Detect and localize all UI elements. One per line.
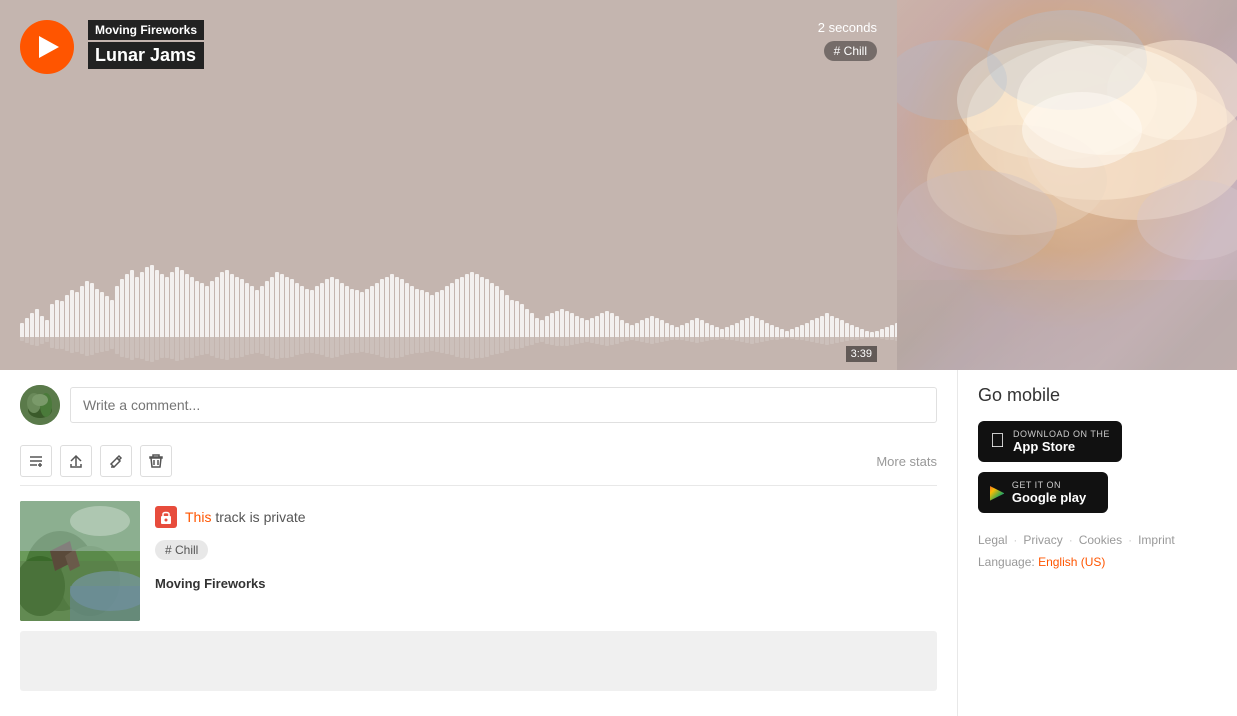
language-line: Language: English (US) (978, 555, 1217, 569)
artist-name-link[interactable]: Moving Fireworks (155, 576, 266, 591)
main-content: More stats (0, 370, 1237, 716)
comment-input[interactable] (70, 387, 937, 423)
edit-button[interactable] (100, 445, 132, 477)
footer-links: Legal · Privacy · Cookies · Imprint (978, 533, 1217, 547)
waveform[interactable] (20, 260, 877, 337)
cookies-link[interactable]: Cookies (1079, 533, 1122, 547)
action-bar: More stats (20, 437, 937, 486)
track-artist[interactable]: Moving Fireworks (88, 20, 204, 40)
sidebar: Go mobile  Download on the App Store ▶ … (957, 370, 1237, 716)
delete-button[interactable] (140, 445, 172, 477)
time-tag-area: 2 seconds # Chill (818, 20, 877, 61)
bottom-placeholder (20, 631, 937, 691)
private-text: This track is private (185, 509, 306, 525)
go-mobile-title: Go mobile (978, 385, 1217, 406)
add-to-playlist-button[interactable] (20, 445, 52, 477)
more-stats-link[interactable]: More stats (876, 454, 937, 469)
language-label: Language: (978, 555, 1035, 569)
waveform-area[interactable]: 3:39 (20, 260, 877, 370)
private-link[interactable]: This (185, 509, 211, 525)
player-left: Moving Fireworks Lunar Jams 2 seconds # … (0, 0, 897, 370)
user-avatar (20, 385, 60, 425)
track-thumbnail[interactable] (20, 501, 140, 621)
google-play-sub: GET IT ON (1012, 480, 1061, 490)
google-play-button[interactable]: ▶ GET IT ON Google play (978, 472, 1108, 513)
track-details: This track is private # Chill Moving Fir… (155, 501, 937, 593)
app-store-main: App Store (1013, 439, 1075, 454)
privacy-link[interactable]: Privacy (1023, 533, 1062, 547)
album-art (897, 0, 1237, 370)
action-icons (20, 445, 172, 477)
player-header: Moving Fireworks Lunar Jams (20, 20, 877, 74)
track-info: Moving Fireworks Lunar Jams (88, 20, 204, 69)
waveform-reflection (20, 337, 877, 370)
track-title[interactable]: Lunar Jams (88, 42, 204, 69)
apple-icon:  (990, 430, 1005, 453)
player-section: Moving Fireworks Lunar Jams 2 seconds # … (0, 0, 1237, 370)
track-card: This track is private # Chill Moving Fir… (20, 501, 937, 621)
content-left: More stats (0, 370, 957, 716)
language-link[interactable]: English (US) (1038, 555, 1105, 569)
time-elapsed: 2 seconds (818, 20, 877, 35)
store-buttons:  Download on the App Store ▶ GET IT ON … (978, 421, 1217, 513)
play-button[interactable] (20, 20, 74, 74)
google-play-icon: ▶ (990, 482, 1004, 503)
imprint-link[interactable]: Imprint (1138, 533, 1175, 547)
app-store-sub: Download on the (1013, 429, 1110, 439)
album-art-container (897, 0, 1237, 370)
chill-tag-player[interactable]: # Chill (824, 41, 877, 61)
chill-tag-card[interactable]: # Chill (155, 540, 208, 560)
app-store-button[interactable]:  Download on the App Store (978, 421, 1122, 462)
play-icon (39, 36, 59, 58)
comment-area (20, 385, 937, 425)
google-play-btn-text: GET IT ON Google play (1012, 480, 1086, 505)
private-badge: This track is private (155, 506, 937, 528)
google-play-main: Google play (1012, 490, 1086, 505)
share-button[interactable] (60, 445, 92, 477)
app-store-btn-text: Download on the App Store (1013, 429, 1110, 454)
duration-stamp: 3:39 (846, 346, 877, 362)
lock-icon (155, 506, 177, 528)
legal-link[interactable]: Legal (978, 533, 1007, 547)
